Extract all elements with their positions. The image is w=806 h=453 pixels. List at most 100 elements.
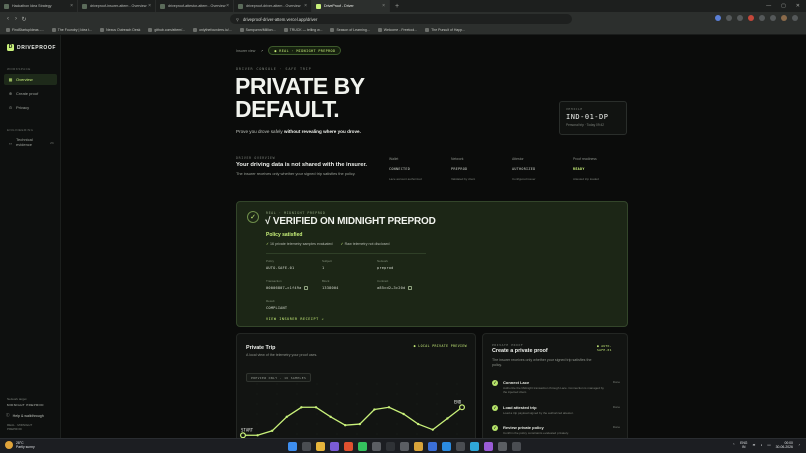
insurer-view-link[interactable]: Insurer view	[236, 49, 255, 53]
app-icon[interactable]	[330, 442, 339, 451]
address-bar[interactable]: ⚲ driveproof-driver-attem.vercel.app/dri…	[230, 14, 572, 24]
code-icon: ‹›	[9, 140, 12, 146]
grid-dot	[336, 393, 338, 395]
app-icon[interactable]	[386, 442, 395, 451]
notifications-icon[interactable]: ◔	[798, 443, 800, 447]
weather-widget[interactable]: 28°C Partly sunny	[5, 441, 35, 450]
sidebar-item-technical-evidence[interactable]: ‹› Technical evidence ZK	[4, 136, 57, 150]
close-tab-icon[interactable]: ×	[70, 3, 73, 9]
local-preview-badge: ● LOCAL PRIVATE PREVIEW	[413, 344, 467, 348]
browser-tab[interactable]: driveproof-insurer-attem - Overview ×	[78, 0, 156, 12]
sidebar-item-privacy[interactable]: ⊙ Privacy	[4, 102, 57, 113]
grid-dot	[456, 383, 458, 385]
start-menu-icon[interactable]	[288, 442, 297, 451]
bookmark-item[interactable]: onlythefounders.io/...	[193, 28, 232, 32]
vehicle-card: VEHICLE IND-01-DP Personal trip · Today …	[559, 101, 627, 135]
browser-tab[interactable]: driveproof-driver-attem - Overview ×	[234, 0, 312, 12]
copy-icon[interactable]	[408, 286, 412, 290]
sidebar-item-overview[interactable]: ▦ Overview	[4, 74, 57, 85]
chevron-up-icon[interactable]: ⌃	[732, 443, 735, 447]
close-tab-icon[interactable]: ×	[226, 3, 229, 9]
grid-dot	[376, 393, 378, 395]
browser-tab[interactable]: Hackathon Idea Strategy ×	[0, 0, 78, 12]
grid-dot	[356, 403, 358, 405]
trip-sample-point	[344, 424, 347, 427]
app-icon[interactable]	[428, 442, 437, 451]
view-insurer-receipt-link[interactable]: VIEW INSURER RECEIPT ↗	[266, 317, 324, 321]
trip-sample-point	[314, 406, 318, 409]
extension-icon[interactable]	[737, 15, 743, 21]
app-icon[interactable]	[470, 442, 479, 451]
create-eyebrow: PRIVATE PROOF	[492, 343, 524, 347]
app-icon[interactable]	[400, 442, 409, 451]
app-icon[interactable]	[512, 442, 521, 451]
bookmark-item[interactable]: TRUCK — telling w...	[283, 28, 322, 32]
bookmark-item[interactable]: The Foundry | Idea t...	[51, 28, 92, 32]
vscode-icon[interactable]	[442, 442, 451, 451]
field-result: Result COMPLIANT	[266, 299, 288, 310]
grid-dot	[436, 383, 438, 385]
browser-tab[interactable]: driveproof-attestor-attem - Overview ×	[156, 0, 234, 12]
tab-favicon-icon	[4, 3, 9, 9]
search-icon[interactable]	[302, 442, 311, 451]
chrome-icon[interactable]	[414, 442, 423, 451]
bookmark-item[interactable]: Sampurnn/Million...	[239, 28, 276, 32]
battery-icon[interactable]: ▭	[767, 443, 770, 447]
maximize-icon[interactable]: ▢	[781, 3, 786, 9]
trip-description: A local view of the telemetry your proof…	[246, 353, 318, 357]
extension-icon[interactable]	[759, 15, 765, 21]
back-icon[interactable]: ‹	[4, 16, 12, 22]
tab-favicon-icon	[82, 3, 87, 9]
extension-icon[interactable]	[715, 15, 721, 21]
site-info-icon[interactable]: ⚲	[236, 17, 239, 22]
clock[interactable]: 00:00 30-06-2026	[776, 441, 793, 450]
field-network: Network preprod	[377, 259, 394, 270]
bookmark-item[interactable]: FindStartupIdeas -...	[6, 28, 44, 32]
bookmark-item[interactable]: The Pursuit of Happ...	[425, 28, 465, 32]
close-tab-icon[interactable]: ×	[382, 3, 385, 9]
grid-dot	[416, 413, 418, 415]
grid-dot	[436, 403, 438, 405]
app-icon[interactable]	[498, 442, 507, 451]
trip-path-line	[243, 406, 463, 436]
spotify-icon[interactable]	[358, 442, 367, 451]
forward-icon[interactable]: ›	[12, 16, 20, 22]
sidebar-item-create-proof[interactable]: ⊕ Create proof	[4, 88, 57, 99]
app-icon[interactable]	[456, 442, 465, 451]
close-window-icon[interactable]: ✕	[796, 3, 800, 9]
extension-icon[interactable]	[726, 15, 732, 21]
grid-dot	[456, 423, 458, 425]
reload-icon[interactable]: ↻	[20, 16, 28, 23]
bookmark-favicon-icon	[283, 28, 288, 32]
bookmark-item[interactable]: github.com/attem/...	[148, 28, 185, 32]
copy-icon[interactable]	[304, 286, 308, 290]
language-indicator[interactable]: ENG IN	[740, 441, 747, 449]
hero-subtitle: Prove you drove safely without revealing…	[236, 129, 361, 134]
menu-icon[interactable]	[792, 15, 798, 21]
grid-dot	[276, 383, 278, 385]
brave-browser-icon[interactable]	[344, 442, 353, 451]
app-icon[interactable]	[484, 442, 493, 451]
profile-avatar-icon[interactable]	[781, 15, 787, 21]
main-content: Insurer view ↗ ● REAL · MIDNIGHT PREPROD…	[61, 35, 806, 438]
grid-dot	[456, 393, 458, 395]
app-icon[interactable]	[372, 442, 381, 451]
help-walkthrough-button[interactable]: ⓘ Help & walkthrough	[6, 413, 44, 418]
volume-icon[interactable]: ◖	[760, 443, 762, 447]
minimize-icon[interactable]: —	[766, 3, 771, 9]
bookmark-item[interactable]: Nexus Outreach Desk	[100, 28, 140, 32]
grid-dot	[256, 413, 258, 415]
new-tab-button[interactable]: +	[390, 3, 404, 10]
extension-icon[interactable]	[748, 15, 754, 21]
file-explorer-icon[interactable]	[316, 442, 325, 451]
bookmark-item[interactable]: Welcome - Freetool...	[377, 28, 417, 32]
extension-icon[interactable]	[770, 15, 776, 21]
brand[interactable]: D DRIVEPROOF	[7, 44, 56, 51]
close-tab-icon[interactable]: ×	[148, 3, 151, 9]
trip-end-label: END	[454, 399, 462, 404]
close-tab-icon[interactable]: ×	[304, 3, 307, 9]
bookmark-item[interactable]: Season of Learning...	[330, 28, 370, 32]
browser-tab-active[interactable]: DriveProof - Driver ×	[312, 0, 390, 12]
grid-dot	[416, 433, 418, 435]
wifi-icon[interactable]: ≋	[752, 443, 755, 447]
